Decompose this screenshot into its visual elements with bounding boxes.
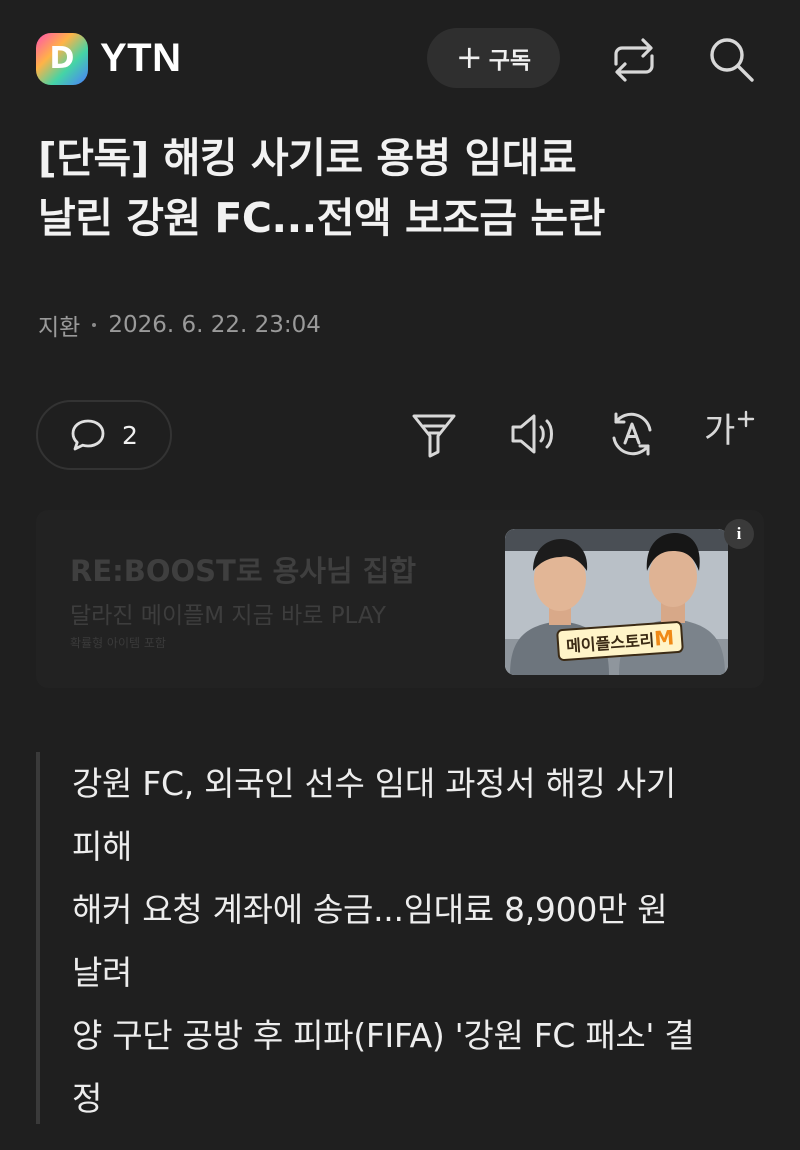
separator-dot (92, 323, 97, 327)
plus-small-icon (737, 410, 755, 428)
ad-info-label: i (736, 524, 742, 543)
ad-title[interactable]: RE:BOOST로 용사님 집합 (70, 548, 416, 590)
ad-note: 확률형 아이템 포함 (70, 636, 166, 650)
summary-line: 해커 요청 계좌에 송금...임대료 8,900만 원 (72, 890, 668, 929)
speaker-icon[interactable] (508, 408, 560, 460)
share-icon[interactable] (608, 34, 660, 86)
article-title: [단독] 해킹 사기로 용병 임대료 날린 강원 FC...전액 보조금 논란 (38, 128, 768, 248)
ad-info-icon[interactable]: i (724, 519, 754, 549)
ad-logo-suffix: M (653, 625, 675, 651)
article-meta: 지환 2026. 6. 22. 23:04 (38, 308, 321, 342)
summary-line: 강원 FC, 외국인 선수 임대 과정서 해킹 사기 (72, 764, 676, 803)
article-summary: 강원 FC, 외국인 선수 임대 과정서 해킹 사기 피해 해커 요청 계좌에 … (36, 752, 768, 1124)
author-name[interactable]: 지환 (38, 308, 80, 342)
comment-count: 2 (122, 420, 138, 450)
subscribe-label: 구독 (488, 48, 532, 74)
daum-logo-icon[interactable]: D (36, 33, 88, 85)
top-bar: D YTN + 구독 (0, 0, 800, 118)
summary-line: 피해 (72, 827, 133, 866)
subscribe-button[interactable]: + 구독 (427, 28, 560, 88)
summary-line: 정 (72, 1079, 103, 1118)
summary-line: 날려 (72, 953, 133, 992)
article-title-line-2: 날린 강원 FC...전액 보조금 논란 (38, 194, 605, 242)
summary-line: 양 구단 공방 후 피파(FIFA) '강원 FC 패소' 결 (72, 1016, 695, 1055)
font-size-icon[interactable]: 가 (700, 408, 760, 460)
ad-banner[interactable]: RE:BOOST로 용사님 집합 달라진 메이플M 지금 바로 PLAY 확률형… (36, 510, 764, 688)
ad-subtitle[interactable]: 달라진 메이플M 지금 바로 PLAY (70, 596, 386, 630)
article-page: D YTN + 구독 [단독] 해킹 사기로 용병 임대료 날린 강원 FC..… (0, 0, 800, 1150)
search-icon[interactable] (704, 32, 758, 86)
publish-datetime: 2026. 6. 22. 23:04 (108, 312, 321, 338)
comment-button[interactable]: 2 (36, 400, 172, 470)
summary-filter-icon[interactable] (408, 408, 460, 460)
article-title-line-1: [단독] 해킹 사기로 용병 임대료 (38, 134, 577, 182)
ad-logo-text: 메이플스토리 (565, 630, 656, 656)
ad-image[interactable]: 메이플스토리M (505, 529, 728, 675)
logo-letter: D (49, 41, 75, 76)
comment-icon (71, 419, 105, 451)
press-name[interactable]: YTN (100, 34, 182, 82)
plus-icon: + (455, 37, 483, 76)
translate-icon[interactable] (606, 408, 658, 460)
font-size-label: 가 (704, 411, 736, 451)
